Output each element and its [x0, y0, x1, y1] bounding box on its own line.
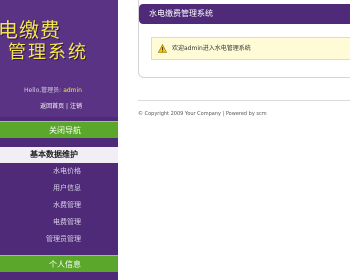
- header-links: 返回首页 | 注销: [40, 101, 82, 110]
- sidebar-item-electric-fee[interactable]: 电费管理: [0, 214, 118, 231]
- close-nav-button[interactable]: 关闭导航: [0, 121, 118, 138]
- sidebar-menu: 水电价格 用户信息 水费管理 电费管理 管理员管理: [0, 163, 118, 248]
- user-greeting: Hello,管理员: admin: [24, 85, 82, 94]
- logout-link[interactable]: 注销: [70, 103, 82, 110]
- brand-area: 电缴费 管理系统 Hello,管理员: admin 返回首页 | 注销: [0, 0, 118, 117]
- sidebar: 电缴费 管理系统 Hello,管理员: admin 返回首页 | 注销 关闭导航 …: [0, 0, 118, 280]
- sidebar-item-price[interactable]: 水电价格: [0, 163, 118, 180]
- welcome-text: 欢迎admin进入水电管理系统: [172, 45, 251, 52]
- home-link[interactable]: 返回首页: [40, 103, 64, 110]
- greeting-label: Hello,管理员:: [24, 87, 62, 94]
- main-panel: 水电缴费管理系统 欢迎admin进入水电管理系统: [138, 0, 350, 78]
- footer-divider: [138, 100, 350, 101]
- sidebar-item-admins[interactable]: 管理员管理: [0, 231, 118, 248]
- footer-copyright: © Copyright 2009 Your Company | Powered …: [138, 111, 267, 117]
- section-basic-data[interactable]: 基本数据维护: [0, 147, 118, 163]
- sidebar-item-users[interactable]: 用户信息: [0, 180, 118, 197]
- sidebar-item-water-fee[interactable]: 水费管理: [0, 197, 118, 214]
- panel-title: 水电缴费管理系统: [139, 4, 350, 24]
- warning-icon: [158, 44, 167, 53]
- welcome-notice: 欢迎admin进入水电管理系统: [151, 37, 350, 60]
- username[interactable]: admin: [63, 87, 82, 94]
- brand-title-line2: 管理系统: [8, 42, 88, 63]
- personal-info-button[interactable]: 个人信息: [0, 255, 118, 272]
